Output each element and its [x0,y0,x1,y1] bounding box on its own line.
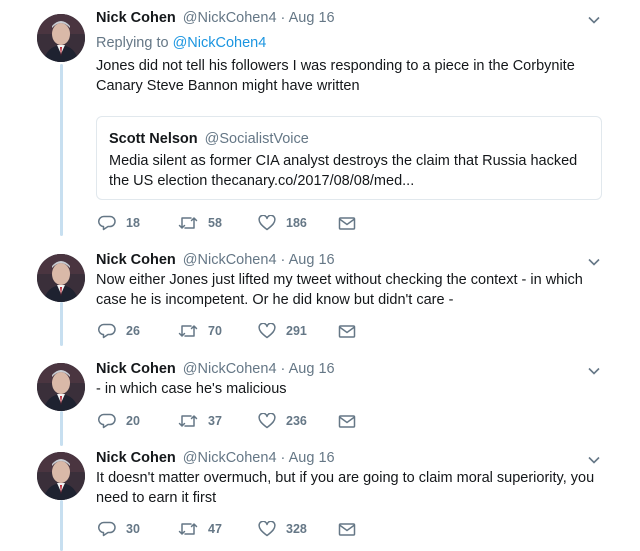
reply-count: 26 [126,324,140,338]
separator: · [280,361,286,377]
reply-count: 20 [126,414,140,428]
tweet[interactable]: Nick Cohen @NickCohen4 · Aug 16 - in whi… [0,361,640,441]
reply-icon [98,413,116,429]
message-icon [338,323,356,339]
like-button[interactable]: 186 [258,213,307,233]
retweet-icon [178,521,198,537]
message-icon [338,215,356,231]
retweet-button[interactable]: 70 [178,321,222,341]
replying-label: Replying to [96,35,169,51]
retweet-count: 37 [208,414,222,428]
reply-button[interactable]: 30 [98,519,140,539]
message-icon [338,521,356,537]
like-icon [258,521,276,537]
author-name[interactable]: Nick Cohen [96,10,176,26]
tweet-header: Nick Cohen @NickCohen4 · Aug 16 [96,252,335,272]
quoted-author-name: Scott Nelson [109,131,198,147]
chevron-down-icon[interactable] [586,363,602,379]
timestamp[interactable]: Aug 16 [289,450,335,466]
author-handle[interactable]: @NickCohen4 [183,10,277,26]
like-count: 186 [286,216,307,230]
reply-icon [98,323,116,339]
like-count: 236 [286,414,307,428]
reply-icon [98,215,116,231]
reply-icon [98,521,116,537]
separator: · [280,252,286,268]
avatar[interactable] [37,452,85,500]
reply-count: 30 [126,522,140,536]
tweet-text: Now either Jones just lifted my tweet wi… [96,272,583,308]
retweet-count: 47 [208,522,222,536]
reply-button[interactable]: 26 [98,321,140,341]
tweet-header: Nick Cohen @NickCohen4 · Aug 16 [96,361,335,381]
retweet-icon [178,215,198,231]
author-name[interactable]: Nick Cohen [96,252,176,268]
author-handle[interactable]: @NickCohen4 [183,361,277,377]
quoted-author-handle: @SocialistVoice [204,131,309,147]
avatar[interactable] [37,363,85,411]
retweet-icon [178,413,198,429]
retweet-button[interactable]: 47 [178,519,222,539]
retweet-icon [178,323,198,339]
author-handle[interactable]: @NickCohen4 [183,252,277,268]
replying-to-link[interactable]: @NickCohen4 [173,35,267,51]
tweet-actions: 18 58 186 [96,213,396,233]
message-button[interactable] [338,321,356,341]
like-button[interactable]: 291 [258,321,307,341]
quoted-tweet-text: Media silent as former CIA analyst destr… [109,153,578,189]
tweet[interactable]: Nick Cohen @NickCohen4 · Aug 16 Replying… [0,10,640,240]
chevron-down-icon[interactable] [586,12,602,28]
tweet[interactable]: Nick Cohen @NickCohen4 · Aug 16 Now eith… [0,252,640,352]
tweet-text: Jones did not tell his followers I was r… [96,58,575,94]
timestamp[interactable]: Aug 16 [289,10,335,26]
like-count: 328 [286,522,307,536]
like-button[interactable]: 328 [258,519,307,539]
reply-button[interactable]: 18 [98,213,140,233]
avatar[interactable] [37,254,85,302]
tweet-actions: 20 37 236 [96,411,396,431]
separator: · [280,10,286,26]
tweet-header: Nick Cohen @NickCohen4 · Aug 16 [96,10,335,30]
quoted-tweet[interactable]: Scott Nelson @SocialistVoice Media silen… [96,116,602,200]
retweet-button[interactable]: 37 [178,411,222,431]
timestamp[interactable]: Aug 16 [289,252,335,268]
message-button[interactable] [338,519,356,539]
retweet-button[interactable]: 58 [178,213,222,233]
tweet-actions: 30 47 328 [96,519,396,539]
tweet[interactable]: Nick Cohen @NickCohen4 · Aug 16 It doesn… [0,450,640,551]
tweet-header: Nick Cohen @NickCohen4 · Aug 16 [96,450,335,470]
retweet-count: 70 [208,324,222,338]
avatar[interactable] [37,14,85,62]
like-button[interactable]: 236 [258,411,307,431]
replying-to: Replying to @NickCohen4 [96,35,266,51]
message-button[interactable] [338,411,356,431]
like-icon [258,413,276,429]
reply-count: 18 [126,216,140,230]
chevron-down-icon[interactable] [586,254,602,270]
author-handle[interactable]: @NickCohen4 [183,450,277,466]
tweet-text: It doesn't matter overmuch, but if you a… [96,470,595,506]
like-icon [258,215,276,231]
author-name[interactable]: Nick Cohen [96,450,176,466]
separator: · [280,450,286,466]
retweet-count: 58 [208,216,222,230]
like-icon [258,323,276,339]
author-name[interactable]: Nick Cohen [96,361,176,377]
tweet-text: - in which case he's malicious [96,381,287,397]
quoted-tweet-header: Scott Nelson @SocialistVoice [109,131,309,147]
message-icon [338,413,356,429]
tweet-actions: 26 70 291 [96,321,396,341]
timestamp[interactable]: Aug 16 [289,361,335,377]
reply-button[interactable]: 20 [98,411,140,431]
like-count: 291 [286,324,307,338]
chevron-down-icon[interactable] [586,452,602,468]
message-button[interactable] [338,213,356,233]
